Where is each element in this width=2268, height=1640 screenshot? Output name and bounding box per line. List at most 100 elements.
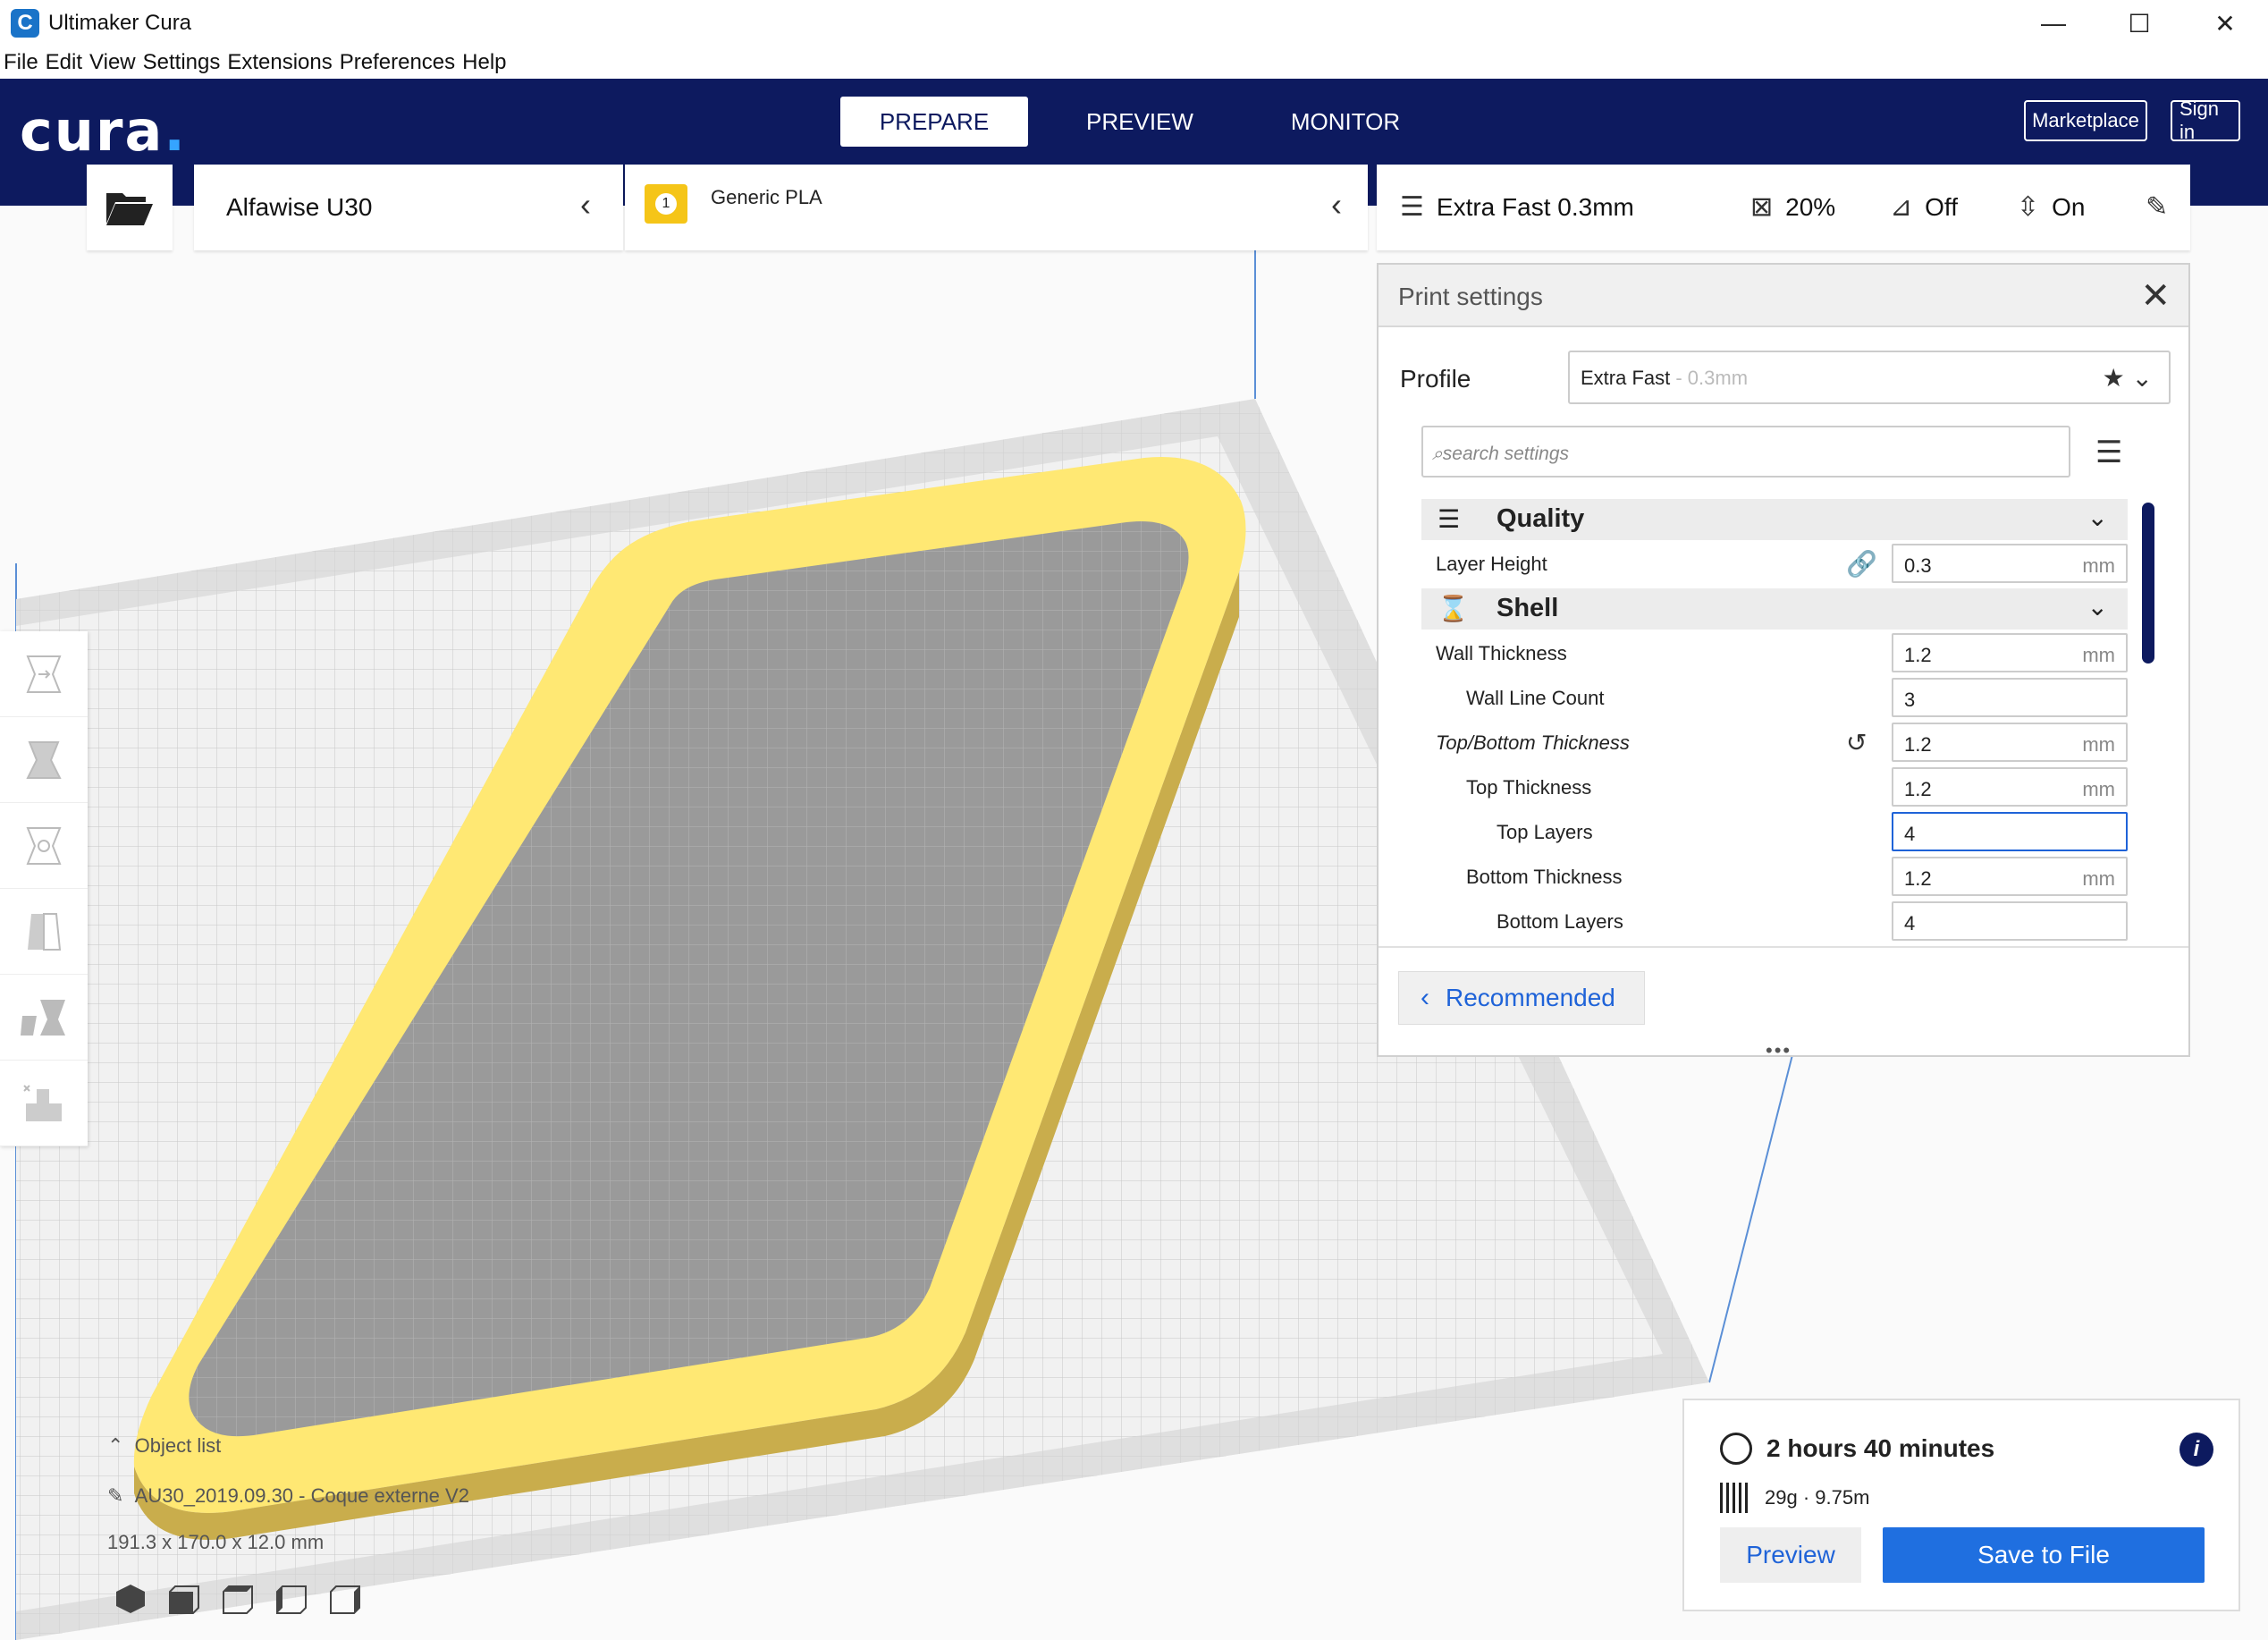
adhesion-summary: ⇳ On [2017, 191, 2086, 223]
print-settings-title: Print settings [1398, 283, 1543, 310]
chevron-down-icon: ⌄ [2131, 364, 2153, 392]
menu-help[interactable]: Help [462, 50, 506, 75]
tool-toolbar [0, 631, 88, 1146]
build-volume-edge [1708, 1036, 1798, 1383]
tab-prepare[interactable]: PREPARE [840, 97, 1028, 147]
setting-row: Bottom Layers 4 [1421, 901, 2128, 943]
profile-summary: ☰ Extra Fast 0.3mm [1400, 191, 1634, 223]
setting-row: Top Layers 4 [1421, 812, 2128, 853]
settings-visibility-menu-icon[interactable]: ☰ [2095, 435, 2122, 470]
close-window-button[interactable]: ✕ [2182, 0, 2268, 46]
pencil-icon[interactable]: ✎ [2146, 191, 2180, 223]
clock-icon [1720, 1433, 1752, 1465]
view-front-icon[interactable] [168, 1583, 200, 1615]
chevron-left-icon: ‹ [1421, 983, 1429, 1012]
panel-resize-handle[interactable]: ••• [1766, 1039, 1792, 1062]
print-settings-header: Print settings ✕ [1379, 265, 2188, 327]
top-thickness-field[interactable]: 1.2 mm [1892, 767, 2128, 807]
material-selector[interactable]: 1 Generic PLA ‹ [625, 165, 1368, 250]
profile-label: Profile [1400, 365, 1471, 393]
tab-monitor[interactable]: MONITOR [1252, 97, 1439, 147]
move-tool-button[interactable] [0, 631, 88, 717]
top-layers-field[interactable]: 4 [1892, 812, 2128, 851]
menu-preferences[interactable]: Preferences [340, 50, 455, 75]
machine-name: Alfawise U30 [226, 193, 373, 221]
search-placeholder: search settings [1442, 444, 1570, 464]
profile-dropdown[interactable]: Extra Fast - 0.3mm ★ ⌄ [1568, 351, 2171, 404]
quality-icon: ☰ [1438, 505, 1461, 533]
save-to-file-button[interactable]: Save to File [1883, 1527, 2205, 1583]
profile-value: Extra Fast [1581, 367, 1671, 389]
scale-icon [26, 740, 62, 779]
setting-row: Wall Line Count 3 [1421, 678, 2128, 719]
view-right-icon[interactable] [329, 1583, 361, 1615]
view-top-icon[interactable] [222, 1583, 254, 1615]
wall-line-count-field[interactable]: 3 [1892, 678, 2128, 717]
search-settings-input[interactable]: ⌕search settings [1421, 426, 2070, 478]
pencil-icon[interactable]: ✎ [107, 1484, 123, 1507]
scale-tool-button[interactable] [0, 717, 88, 803]
category-shell[interactable]: ⌛ Shell ⌄ [1421, 588, 2128, 630]
bottom-layers-field[interactable]: 4 [1892, 901, 2128, 941]
menu-file[interactable]: File [4, 50, 38, 75]
extruder-badge: 1 [645, 184, 687, 224]
profile-summary-text: Extra Fast 0.3mm [1436, 192, 1634, 221]
menu-extensions[interactable]: Extensions [227, 50, 332, 75]
wall-thickness-field[interactable]: 1.2 mm [1892, 633, 2128, 672]
category-quality[interactable]: ☰ Quality ⌄ [1421, 499, 2128, 540]
machine-selector[interactable]: Alfawise U30 ‹ [194, 165, 623, 250]
object-dimensions: 191.3 x 170.0 x 12.0 mm [107, 1531, 325, 1553]
maximize-button[interactable]: ☐ [2096, 0, 2182, 46]
profile-layer-height: - 0.3mm [1670, 367, 1749, 389]
search-icon: ⌕ [1432, 444, 1443, 464]
reset-icon[interactable]: ↺ [1846, 728, 1867, 757]
preview-button[interactable]: Preview [1720, 1527, 1861, 1583]
link-icon[interactable]: 🔗 [1846, 549, 1877, 579]
marketplace-button[interactable]: Marketplace [2024, 100, 2147, 141]
bottom-thickness-field[interactable]: 1.2 mm [1892, 857, 2128, 896]
mirror-tool-button[interactable] [0, 889, 88, 975]
object-list-toggle[interactable]: ⌃ Object list [107, 1434, 221, 1458]
star-icon[interactable]: ★ [2103, 364, 2125, 392]
infill-summary: ⊠ 20% [1750, 191, 1835, 223]
cura-app-icon: C [11, 9, 39, 38]
camera-view-buttons [114, 1583, 383, 1615]
per-model-settings-button[interactable] [0, 975, 88, 1061]
extruder-number: 1 [655, 193, 677, 215]
move-icon [26, 655, 62, 693]
chevron-down-icon: ⌄ [2087, 503, 2108, 531]
per-model-settings-icon [21, 999, 65, 1036]
info-icon[interactable]: i [2179, 1433, 2213, 1467]
close-icon[interactable]: ✕ [2140, 275, 2171, 317]
sign-in-button[interactable]: Sign in [2171, 97, 2240, 143]
support-summary: ⊿ Off [1890, 191, 1958, 223]
stage-tabs: PREPARE PREVIEW MONITOR [840, 97, 1457, 147]
support-icon: ⊿ [1890, 192, 1913, 222]
print-setup-selector[interactable]: ☰ Extra Fast 0.3mm ⊠ 20% ⊿ Off ⇳ On ✎ [1377, 165, 2190, 250]
infill-summary-text: 20% [1785, 192, 1836, 221]
top-bottom-thickness-field[interactable]: 1.2 mm [1892, 723, 2128, 762]
rotate-tool-button[interactable] [0, 803, 88, 889]
menu-settings[interactable]: Settings [143, 50, 221, 75]
material-estimate-text: 29g · 9.75m [1765, 1486, 1870, 1509]
open-file-button[interactable] [87, 165, 173, 250]
title-bar: C Ultimaker Cura — ☐ ✕ [0, 0, 2268, 46]
mirror-icon [28, 912, 62, 951]
support-blocker-button[interactable] [0, 1061, 88, 1146]
minimize-button[interactable]: — [2011, 0, 2096, 46]
object-list-label: Object list [134, 1434, 222, 1457]
tab-preview[interactable]: PREVIEW [1046, 97, 1234, 147]
chevron-left-icon: ‹ [580, 186, 591, 223]
view-3d-icon[interactable] [114, 1583, 147, 1615]
layer-height-field[interactable]: 0.3 mm [1892, 544, 2128, 583]
view-left-icon[interactable] [275, 1583, 308, 1615]
recommended-button[interactable]: ‹ Recommended [1398, 971, 1645, 1025]
object-name: AU30_2019.09.30 - Coque externe V2 [134, 1484, 469, 1507]
menu-view[interactable]: View [89, 50, 136, 75]
settings-scrollbar[interactable] [2142, 503, 2154, 664]
adhesion-icon: ⇳ [2017, 192, 2040, 222]
output-panel: 2 hours 40 minutes i 29g · 9.75m Preview… [1682, 1399, 2240, 1611]
menu-edit[interactable]: Edit [46, 50, 82, 75]
setting-label: Layer Height [1436, 553, 1547, 575]
print-settings-footer: ‹ Recommended [1379, 946, 2188, 1044]
